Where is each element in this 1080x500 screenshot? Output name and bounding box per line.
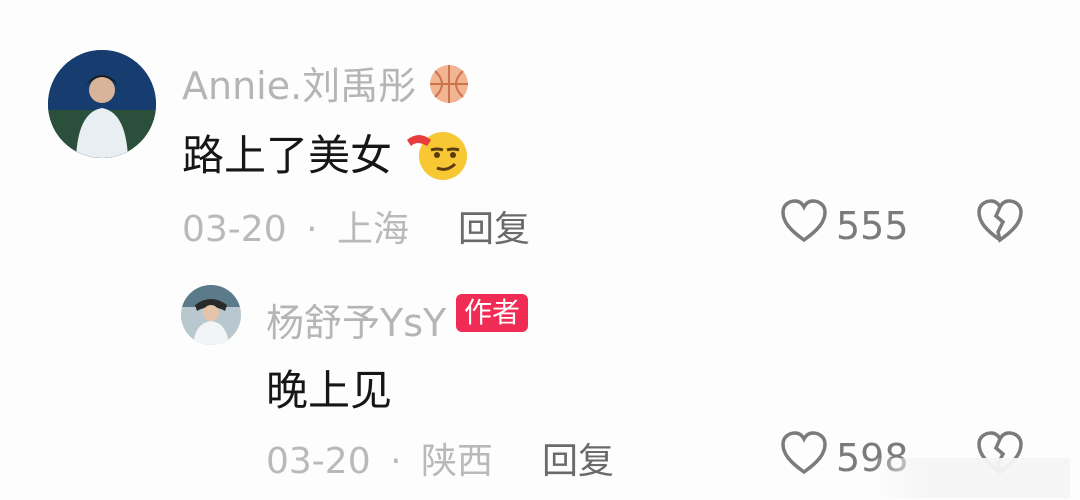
heart-icon [780, 430, 828, 485]
comment-text: 路上了美女 [182, 122, 469, 192]
reply-author[interactable]: 杨舒予YsY [266, 292, 446, 347]
reply-text: 晚上见 [266, 366, 393, 415]
like-count: 555 [836, 203, 909, 248]
comment-location: 上海 [336, 209, 409, 250]
sly-smirk-emoji-icon [405, 126, 469, 192]
avatar[interactable] [181, 285, 241, 345]
author-name: Annie.刘禹彤 [182, 64, 417, 108]
author-name: 杨舒予YsY [266, 301, 447, 345]
watermark-overlay [870, 458, 1070, 498]
reply-meta: 03-20 · 陕西 [266, 432, 493, 484]
reply-date: 03-20 [266, 441, 371, 482]
meta-separator: · [306, 209, 318, 250]
comment-date: 03-20 [182, 209, 287, 250]
dislike-button[interactable] [976, 198, 1024, 248]
comment-body: 路上了美女 [182, 131, 393, 180]
author-badge: 作者 [456, 294, 529, 332]
avatar[interactable] [48, 50, 156, 158]
heart-icon [780, 198, 828, 253]
comment-author[interactable]: Annie.刘禹彤 [182, 55, 470, 114]
comment-meta: 03-20 · 上海 [182, 200, 409, 252]
reply-button[interactable]: 回复 [542, 432, 614, 484]
basketball-icon [428, 63, 470, 114]
avatar-image [48, 50, 156, 158]
avatar-image [181, 285, 241, 345]
broken-heart-icon [977, 199, 1023, 243]
meta-separator: · [390, 441, 402, 482]
like-button[interactable]: 555 [780, 198, 909, 253]
reply-location: 陕西 [420, 441, 493, 482]
reply-button[interactable]: 回复 [458, 200, 530, 252]
